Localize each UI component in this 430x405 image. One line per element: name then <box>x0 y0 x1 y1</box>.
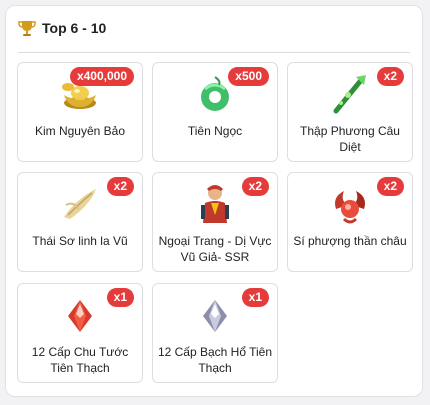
quantity-badge: x2 <box>376 177 404 196</box>
item-name: Tiên Ngọc <box>187 124 243 138</box>
red-gem-icon <box>68 300 92 332</box>
reward-card[interactable]: x500 Tiên Ngọc <box>152 62 278 162</box>
reward-card[interactable]: x2 Sí phượng thần châu <box>287 172 413 272</box>
quantity-badge: x1 <box>241 288 269 307</box>
page-title: Top 6 - 10 <box>42 20 107 36</box>
reward-card[interactable]: x2 Thái Sơ linh la Vũ <box>17 172 143 272</box>
green-staff-icon <box>333 75 366 114</box>
item-name: Kim Nguyên Bảo <box>34 124 126 138</box>
reward-panel: Top 6 - 10 x400,000 Kim Nguyên Bảo x500 … <box>5 5 423 397</box>
reward-card[interactable]: x2 Thập Phương Câu Diệt <box>287 62 413 162</box>
item-name: Ngoại Trang - Dị Vực Vũ Giả- SSR <box>158 234 272 264</box>
item-name: Thái Sơ linh la Vũ <box>32 234 128 248</box>
quantity-badge: x400,000 <box>69 67 134 86</box>
phoenix-orb-icon <box>335 191 365 224</box>
quantity-badge: x2 <box>376 67 404 86</box>
trophy-icon <box>18 21 36 36</box>
feather-wing-icon <box>64 189 96 219</box>
reward-card[interactable]: x400,000 Kim Nguyên Bảo <box>17 62 143 162</box>
item-name: Thập Phương Câu Diệt <box>300 124 400 154</box>
character-costume-icon <box>201 185 229 223</box>
panel-header: Top 6 - 10 <box>18 18 410 53</box>
white-gem-icon <box>203 300 227 332</box>
quantity-badge: x500 <box>228 67 269 86</box>
item-name: 12 Cấp Bạch Hổ Tiên Thạch <box>157 345 273 375</box>
reward-card[interactable]: x1 12 Cấp Bạch Hổ Tiên Thạch <box>152 283 278 383</box>
reward-card[interactable]: x2 Ngoại Trang - Dị Vực Vũ Giả- SSR <box>152 172 278 272</box>
quantity-badge: x1 <box>106 288 134 307</box>
quantity-badge: x2 <box>106 177 134 196</box>
item-name: Sí phượng thần châu <box>293 234 407 248</box>
reward-card[interactable]: x1 12 Cấp Chu Tước Tiên Thạch <box>17 283 143 383</box>
item-name: 12 Cấp Chu Tước Tiên Thạch <box>31 345 129 375</box>
quantity-badge: x2 <box>241 177 269 196</box>
